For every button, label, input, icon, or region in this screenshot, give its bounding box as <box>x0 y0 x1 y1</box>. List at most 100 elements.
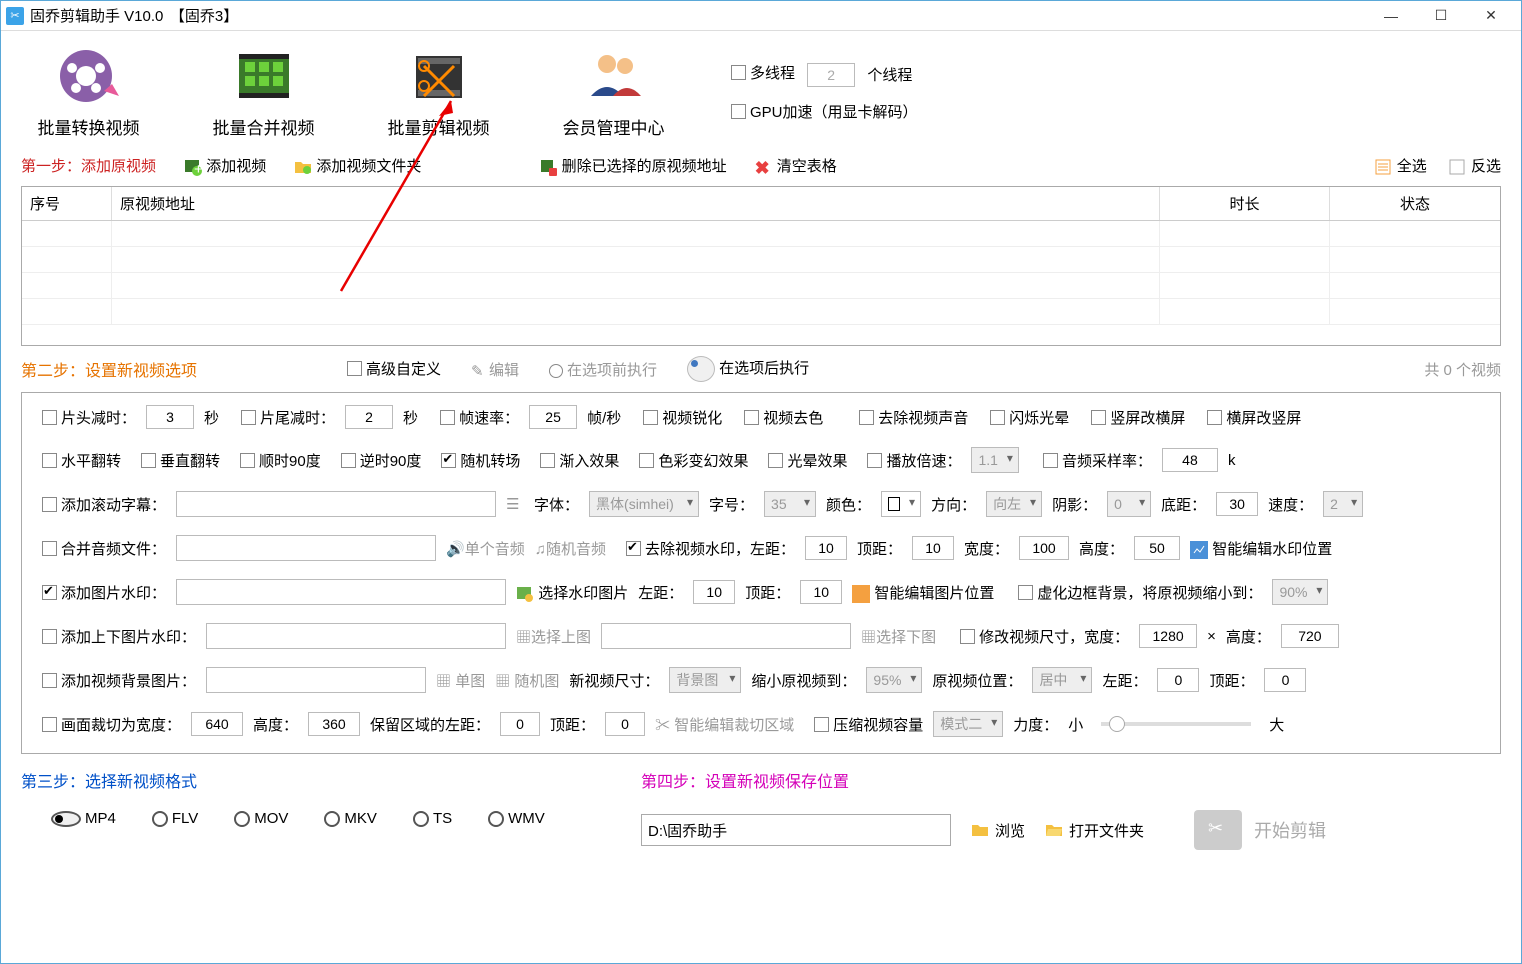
blur-border-checkbox[interactable]: 虚化边框背景，将原视频缩小到： <box>1018 582 1262 603</box>
shadow-select[interactable]: 0 <box>1107 491 1151 517</box>
tail-cut-input[interactable] <box>345 405 393 429</box>
clear-table-button[interactable]: ✖ 清空表格 <box>755 155 837 176</box>
img-wm-left-input[interactable] <box>693 580 735 604</box>
resize-width-input[interactable] <box>1139 624 1197 648</box>
close-button[interactable]: ✕ <box>1466 1 1516 31</box>
scroll-text-input[interactable] <box>176 491 496 517</box>
pick-top-button[interactable]: ▦选择上图 <box>516 626 591 647</box>
img-watermark-checkbox[interactable]: 添加图片水印： <box>42 582 166 603</box>
col-status[interactable]: 状态 <box>1330 187 1500 220</box>
pick-wm-button[interactable]: 选择水印图片 <box>516 582 628 603</box>
select-all-button[interactable]: 全选 <box>1375 155 1427 176</box>
head-cut-checkbox[interactable]: 片头减时： <box>42 407 136 428</box>
vflip-checkbox[interactable]: 垂直翻转 <box>141 450 220 471</box>
bg-img-input[interactable] <box>206 667 426 693</box>
threads-input[interactable] <box>807 63 855 87</box>
text-list-icon[interactable]: ☰ <box>506 495 524 513</box>
ccw90-checkbox[interactable]: 逆时90度 <box>341 450 422 471</box>
size-select[interactable]: 35 <box>764 491 816 517</box>
hflip-checkbox[interactable]: 水平翻转 <box>42 450 121 471</box>
dir-select[interactable]: 向左 <box>986 491 1042 517</box>
fmt-mp4[interactable]: MP4 <box>51 810 116 827</box>
fmt-wmv[interactable]: WMV <box>488 810 545 827</box>
decolor-checkbox[interactable]: 视频去色 <box>744 407 823 428</box>
wm-height-input[interactable] <box>1134 536 1180 560</box>
before-radio[interactable]: 在选项前执行 <box>549 359 657 380</box>
tail-cut-checkbox[interactable]: 片尾减时： <box>241 407 335 428</box>
wm-width-input[interactable] <box>1019 536 1069 560</box>
invert-select-button[interactable]: 反选 <box>1449 155 1501 176</box>
resize-checkbox[interactable]: 修改视频尺寸，宽度： <box>960 626 1129 647</box>
speed-checkbox[interactable]: 播放倍速： <box>867 450 961 471</box>
add-folder-button[interactable]: 添加视频文件夹 <box>294 155 421 176</box>
cw90-checkbox[interactable]: 顺时90度 <box>240 450 321 471</box>
col-no[interactable]: 序号 <box>22 187 112 220</box>
smart-wm-button[interactable]: 智能编辑水印位置 <box>1190 538 1332 559</box>
halo-checkbox[interactable]: 光晕效果 <box>768 450 847 471</box>
fade-checkbox[interactable]: 渐入效果 <box>540 450 619 471</box>
text-speed-select[interactable]: 2 <box>1323 491 1363 517</box>
table-row[interactable] <box>22 221 1500 247</box>
sample-input[interactable] <box>1162 448 1218 472</box>
col-duration[interactable]: 时长 <box>1160 187 1330 220</box>
gpu-checkbox[interactable]: GPU加速（用显卡解码） <box>731 101 918 122</box>
single-audio-button[interactable]: 🔊单个音频 <box>446 538 525 559</box>
force-slider[interactable] <box>1101 722 1251 726</box>
random-audio-button[interactable]: ♫随机音频 <box>535 538 606 559</box>
tool-convert[interactable]: 批量转换视频 <box>21 46 156 139</box>
color-select[interactable] <box>881 491 921 517</box>
tool-merge[interactable]: 批量合并视频 <box>196 46 331 139</box>
smart-crop-button[interactable]: ✂ 智能编辑裁切区域 <box>655 714 794 735</box>
browse-button[interactable]: 浏览 <box>971 820 1025 841</box>
rand-trans-checkbox[interactable]: 随机转场 <box>441 450 520 471</box>
open-folder-button[interactable]: 打开文件夹 <box>1045 820 1144 841</box>
h2v-checkbox[interactable]: 横屏改竖屏 <box>1207 407 1301 428</box>
multithread-checkbox[interactable]: 多线程 <box>731 62 795 83</box>
compress-checkbox[interactable]: 压缩视频容量 <box>814 714 923 735</box>
smart-img-button[interactable]: 智能编辑图片位置 <box>852 582 994 603</box>
scroll-text-checkbox[interactable]: 添加滚动字幕： <box>42 494 166 515</box>
add-video-button[interactable]: + 添加视频 <box>184 155 266 176</box>
remove-watermark-checkbox[interactable]: 去除视频水印，左距： <box>626 538 795 559</box>
maximize-button[interactable]: ☐ <box>1416 1 1466 31</box>
head-cut-input[interactable] <box>146 405 194 429</box>
audio-path-input[interactable] <box>176 535 436 561</box>
merge-audio-checkbox[interactable]: 合并音频文件： <box>42 538 166 559</box>
fps-checkbox[interactable]: 帧速率： <box>440 407 519 428</box>
crop-top-input[interactable] <box>605 712 645 736</box>
fps-input[interactable] <box>529 405 577 429</box>
font-select[interactable]: 黑体(simhei) <box>589 491 699 517</box>
pick-bot-button[interactable]: ▦选择下图 <box>861 626 936 647</box>
crop-height-input[interactable] <box>308 712 360 736</box>
margin-input[interactable] <box>1216 492 1258 516</box>
tool-cut[interactable]: 批量剪辑视频 <box>371 46 506 139</box>
crop-checkbox[interactable]: 画面裁切为宽度： <box>42 714 181 735</box>
start-button[interactable]: 开始剪辑 <box>1194 810 1326 850</box>
edit-button[interactable]: ✎编辑 <box>471 359 519 380</box>
crop-left-input[interactable] <box>500 712 540 736</box>
tool-member[interactable]: 会员管理中心 <box>546 46 681 139</box>
random-img-button[interactable]: ▦ 随机图 <box>495 670 559 691</box>
sample-checkbox[interactable]: 音频采样率： <box>1043 450 1152 471</box>
fmt-mkv[interactable]: MKV <box>324 810 377 827</box>
shrink-pct-select[interactable]: 90% <box>1272 579 1328 605</box>
img-wm-top-input[interactable] <box>800 580 842 604</box>
col-path[interactable]: 原视频地址 <box>112 187 1160 220</box>
compress-mode-select[interactable]: 模式二 <box>933 711 1003 737</box>
v2h-checkbox[interactable]: 竖屏改横屏 <box>1091 407 1185 428</box>
flash-checkbox[interactable]: 闪烁光晕 <box>990 407 1069 428</box>
top-img-input[interactable] <box>206 623 506 649</box>
save-path-input[interactable] <box>641 814 951 846</box>
bg-left-input[interactable] <box>1157 668 1199 692</box>
bot-img-input[interactable] <box>601 623 851 649</box>
table-row[interactable] <box>22 273 1500 299</box>
table-row[interactable] <box>22 299 1500 325</box>
bg-img-checkbox[interactable]: 添加视频背景图片： <box>42 670 196 691</box>
resize-height-input[interactable] <box>1281 624 1339 648</box>
speed-select[interactable]: 1.1 <box>971 447 1018 473</box>
single-img-button[interactable]: ▦ 单图 <box>436 670 485 691</box>
crop-width-input[interactable] <box>191 712 243 736</box>
colorfx-checkbox[interactable]: 色彩变幻效果 <box>639 450 748 471</box>
tb-watermark-checkbox[interactable]: 添加上下图片水印： <box>42 626 196 647</box>
pos-select[interactable]: 居中 <box>1032 667 1092 693</box>
